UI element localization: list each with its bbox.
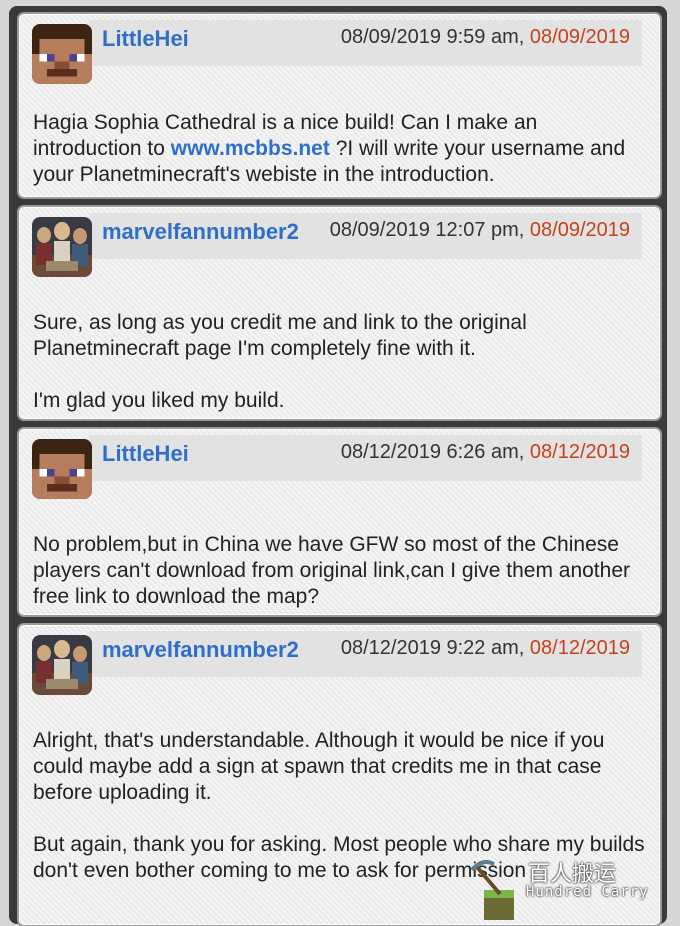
post-body: Hagia Sophia Cathedral is a nice build! … — [19, 74, 660, 202]
username-link[interactable]: marvelfannumber2 — [102, 219, 299, 245]
post-body: No problem,but in China we have GFW so m… — [19, 489, 660, 624]
avatar[interactable] — [32, 24, 92, 84]
avatar[interactable] — [32, 635, 92, 695]
post-time: 08/12/2019 6:26 am, — [340, 441, 530, 463]
post-paragraph: I'm glad you liked my build. — [33, 389, 285, 412]
post-paragraph: No problem,but in China we have GFW so m… — [33, 533, 630, 608]
avatar[interactable] — [32, 217, 92, 277]
painting-avatar-icon — [32, 635, 92, 695]
steve-avatar-icon — [32, 439, 92, 499]
post-timestamp: 08/09/2019 12:07 pm, 08/09/2019 — [330, 219, 630, 242]
post-time: 08/09/2019 9:59 am, — [340, 26, 530, 48]
pickaxe-grass-logo-icon — [470, 860, 514, 920]
painting-avatar-icon — [32, 217, 92, 277]
comment-post: LittleHei 08/12/2019 6:26 am, 08/12/2019… — [17, 427, 662, 617]
post-header: marvelfannumber2 08/09/2019 12:07 pm, 08… — [19, 207, 660, 277]
username-link[interactable]: LittleHei — [102, 441, 189, 467]
username-link[interactable]: marvelfannumber2 — [102, 637, 299, 663]
post-timestamp: 08/12/2019 6:26 am, 08/12/2019 — [341, 441, 630, 464]
watermark-subtitle: Hundred Carry — [526, 884, 649, 900]
post-date: 08/12/2019 — [529, 441, 630, 463]
post-timestamp: 08/12/2019 9:22 am, 08/12/2019 — [341, 637, 630, 660]
post-header: marvelfannumber2 08/12/2019 9:22 am, 08/… — [19, 625, 660, 695]
mcbbs-link[interactable]: www.mcbbs.net — [171, 137, 330, 160]
post-timestamp: 08/09/2019 9:59 am, 08/09/2019 — [341, 26, 630, 49]
username-link[interactable]: LittleHei — [102, 26, 189, 52]
post-date: 08/09/2019 — [529, 219, 630, 241]
comment-post: LittleHei 08/09/2019 9:59 am, 08/09/2019… — [17, 12, 662, 199]
post-paragraph: Hagia Sophia Cathedral is a nice build! … — [33, 110, 646, 188]
post-date: 08/12/2019 — [529, 637, 630, 659]
avatar[interactable] — [32, 439, 92, 499]
watermark: 百人搬运 Hundred Carry — [470, 852, 670, 926]
post-paragraph: Alright, that's understandable. Although… — [33, 729, 605, 804]
post-date: 08/09/2019 — [529, 26, 630, 48]
comment-post: marvelfannumber2 08/09/2019 12:07 pm, 08… — [17, 205, 662, 421]
post-paragraph: Sure, as long as you credit me and link … — [33, 311, 527, 360]
steve-avatar-icon — [32, 24, 92, 84]
post-time: 08/12/2019 9:22 am, — [340, 637, 530, 659]
post-body: Sure, as long as you credit me and link … — [19, 267, 660, 428]
post-time: 08/09/2019 12:07 pm, — [329, 219, 530, 241]
comment-thread: LittleHei 08/09/2019 9:59 am, 08/09/2019… — [17, 12, 662, 926]
post-header: LittleHei 08/09/2019 9:59 am, 08/09/2019 — [19, 14, 660, 84]
post-header: LittleHei 08/12/2019 6:26 am, 08/12/2019 — [19, 429, 660, 499]
